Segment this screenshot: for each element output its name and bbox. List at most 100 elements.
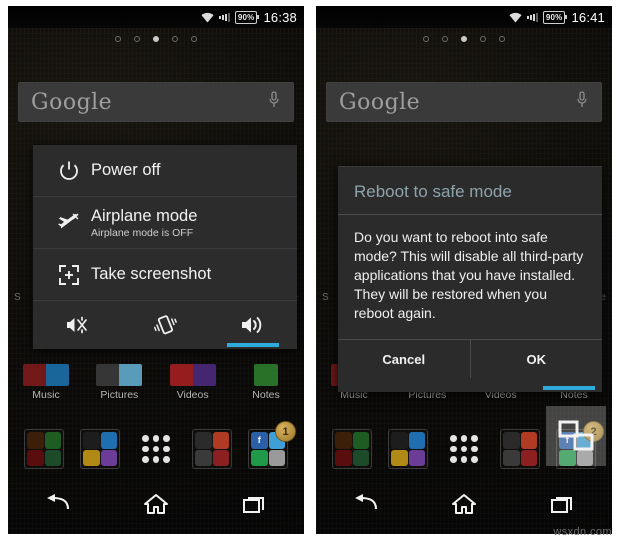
phone-icon xyxy=(391,432,408,449)
sound-mode-button[interactable] xyxy=(209,301,297,349)
microphone-icon[interactable] xyxy=(576,90,588,114)
home-button[interactable] xyxy=(129,489,183,519)
take-screenshot-item[interactable]: Take screenshot xyxy=(33,249,297,301)
power-icon xyxy=(47,160,91,182)
google-search-placeholder: Google xyxy=(31,89,113,115)
recents-button[interactable] xyxy=(536,489,590,519)
phone-icon xyxy=(83,432,100,449)
notes-icon xyxy=(253,364,278,386)
viber-icon xyxy=(408,449,425,466)
camera-icon xyxy=(195,432,212,449)
home-icon xyxy=(451,494,476,514)
take-screenshot-text: Take screenshot xyxy=(91,265,211,284)
messaging-icon xyxy=(100,432,117,449)
page-dot[interactable] xyxy=(134,36,140,42)
take-screenshot-label: Take screenshot xyxy=(91,265,212,283)
recents-touch-overlay[interactable] xyxy=(546,406,606,466)
communication-folder[interactable] xyxy=(388,429,428,469)
navigation-bar-right xyxy=(316,482,612,526)
ok-button[interactable]: OK xyxy=(469,340,603,378)
status-clock: 16:41 xyxy=(571,9,605,25)
dialog-title: Reboot to safe mode xyxy=(338,167,602,215)
page-dot[interactable] xyxy=(480,36,486,42)
obscured-text-left: S xyxy=(14,292,21,303)
dialog-actions: Cancel OK xyxy=(338,339,602,378)
dolphin-icon xyxy=(352,449,369,466)
recents-icon xyxy=(550,497,572,513)
cancel-button[interactable]: Cancel xyxy=(338,340,470,378)
firefox-icon xyxy=(27,432,44,449)
back-button[interactable] xyxy=(338,489,392,519)
viber-icon xyxy=(100,449,117,466)
screenshot-stage: 90% 16:38 Google S re xyxy=(0,0,620,540)
media-folder[interactable] xyxy=(500,429,540,469)
page-indicator-right xyxy=(316,36,612,42)
status-bar-left: 90% 16:38 xyxy=(8,6,304,28)
browsers-folder[interactable] xyxy=(24,429,64,469)
camera-icon xyxy=(503,432,520,449)
signal-icon xyxy=(218,12,230,22)
dialog-message: Do you want to reboot into safe mode? Th… xyxy=(354,229,584,321)
messaging-icon xyxy=(408,432,425,449)
google-search-bar-right[interactable]: Google xyxy=(326,82,602,122)
app-shortcut-pictures[interactable]: Pictures xyxy=(87,364,151,401)
battery-indicator: 90% xyxy=(542,10,568,24)
sound-mode-row xyxy=(33,301,297,349)
page-dot-active[interactable] xyxy=(461,36,467,42)
airplane-mode-item[interactable]: Airplane mode Airplane mode is OFF xyxy=(33,197,297,249)
airplane-icon xyxy=(47,212,91,234)
wifi-icon xyxy=(509,12,522,23)
status-clock: 16:38 xyxy=(263,9,297,25)
wifi-icon xyxy=(201,12,214,23)
silent-mode-button[interactable] xyxy=(33,301,121,349)
facebook-icon: f xyxy=(251,432,268,449)
recents-button[interactable] xyxy=(228,489,282,519)
airplane-mode-text: Airplane mode Airplane mode is OFF xyxy=(91,207,197,239)
reboot-safe-mode-dialog[interactable]: Reboot to safe mode Do you want to reboo… xyxy=(338,166,602,392)
compass-icon xyxy=(503,449,520,466)
browsers-folder[interactable] xyxy=(332,429,372,469)
back-button[interactable] xyxy=(30,489,84,519)
social-folder[interactable]: f 1 xyxy=(248,421,296,469)
page-dot-active[interactable] xyxy=(153,36,159,42)
communication-folder[interactable] xyxy=(80,429,120,469)
power-off-text: Power off xyxy=(91,161,160,180)
skype-icon xyxy=(268,449,285,466)
power-off-item[interactable]: Power off xyxy=(33,145,297,197)
app-shortcut-videos[interactable]: Videos xyxy=(161,364,225,401)
app-drawer-icon[interactable] xyxy=(136,429,176,469)
contacts-icon xyxy=(83,449,100,466)
page-dot[interactable] xyxy=(191,36,197,42)
page-dot[interactable] xyxy=(423,36,429,42)
page-dot[interactable] xyxy=(115,36,121,42)
page-dot[interactable] xyxy=(172,36,178,42)
chrome-icon xyxy=(352,432,369,449)
silent-mode-icon xyxy=(67,316,87,334)
page-dot[interactable] xyxy=(442,36,448,42)
app-shortcut-notes[interactable]: Notes xyxy=(234,364,298,401)
home-icon xyxy=(143,494,168,514)
airplane-mode-status: Airplane mode is OFF xyxy=(91,226,194,239)
vibrate-mode-icon xyxy=(154,315,177,335)
music-icon xyxy=(23,364,69,386)
homescreen-app-row-left: Music Pictures Videos Notes xyxy=(14,364,298,401)
google-search-bar-left[interactable]: Google xyxy=(18,82,294,122)
phone-screenshot-left: 90% 16:38 Google S re xyxy=(8,6,304,534)
sound-mode-icon xyxy=(242,317,262,333)
app-shortcut-music[interactable]: Music xyxy=(14,364,78,401)
dock-left: f 1 xyxy=(8,421,304,472)
app-drawer-icon[interactable] xyxy=(444,429,484,469)
power-menu-dialog[interactable]: Power off Airplane mode Airplane mode is… xyxy=(33,145,297,349)
firefox-icon xyxy=(335,432,352,449)
navigation-bar-left xyxy=(8,482,304,526)
page-indicator-left xyxy=(8,36,304,42)
back-arrow-icon xyxy=(355,494,378,510)
microphone-icon[interactable] xyxy=(268,90,280,114)
vibrate-mode-button[interactable] xyxy=(121,301,209,349)
dialog-accent-strip xyxy=(338,378,602,392)
media-folder[interactable] xyxy=(192,429,232,469)
page-dot[interactable] xyxy=(499,36,505,42)
home-button[interactable] xyxy=(437,489,491,519)
whatsapp-icon xyxy=(251,449,268,466)
app-label: Notes xyxy=(252,389,280,401)
